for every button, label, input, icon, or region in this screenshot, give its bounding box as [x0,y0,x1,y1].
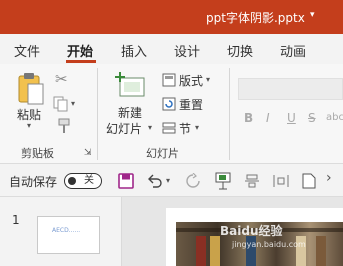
new-slide-label-line1: 新建 [118,106,143,120]
bold-button[interactable]: B [244,111,253,125]
paste-icon [18,73,44,105]
reset-label: 重置 [179,98,204,112]
quick-access-toolbar: 自动保存 关 ▾ › [0,165,343,197]
watermark-logo: Baidu经验 [220,224,283,238]
more-commands-icon[interactable]: › [326,170,332,186]
redo-icon[interactable] [185,173,201,189]
new-slide-label-line2: 幻灯片 [106,122,143,136]
cut-icon[interactable]: ✂ [55,70,68,88]
tab-insert[interactable]: 插入 [121,41,147,60]
title-dropdown-icon[interactable]: ▾ [310,10,315,20]
tab-animations[interactable]: 动画 [280,41,306,60]
new-slide-dropdown-icon[interactable]: ▾ [148,123,152,132]
new-slide-icon [115,72,145,97]
undo-icon[interactable] [146,173,164,189]
tab-home[interactable]: 开始 [67,41,93,60]
italic-button[interactable]: I [266,111,270,125]
format-painter-icon[interactable] [54,118,70,134]
title-bar: ppt字体阴影.pptx ▾ [0,0,343,34]
photo-book [210,236,220,266]
autosave-label: 自动保存 [9,175,58,189]
group-divider [229,68,230,160]
autosave-toggle[interactable]: 关 [64,173,102,189]
copy-icon[interactable] [53,96,71,112]
tab-transitions[interactable]: 切换 [227,41,253,60]
watermark-url: jingyan.baidu.com [232,240,306,249]
tab-design[interactable]: 设计 [174,41,200,60]
layout-dropdown-icon: ▾ [206,75,211,84]
reset-icon [162,97,176,111]
clipboard-launcher-icon[interactable]: ⇲ [84,148,92,158]
paste-dropdown-icon[interactable]: ▾ [27,121,31,130]
text-shadow-button[interactable]: abc [326,112,343,123]
copy-dropdown-icon[interactable]: ▾ [71,99,75,108]
tab-file[interactable]: 文件 [14,41,40,60]
paste-button[interactable]: 粘贴 ▾ [14,70,48,132]
ribbon-tabs: 文件 开始 插入 设计 切换 动画 [0,34,343,64]
layout-button[interactable]: 版式 ▾ [160,71,220,89]
font-name-box[interactable] [238,78,343,100]
clipboard-group-label: 剪贴板 [21,147,54,160]
undo-dropdown-icon[interactable]: ▾ [166,176,170,185]
save-icon[interactable] [118,173,134,189]
slide-thumbnail[interactable]: AECD...... [37,216,100,254]
active-tab-indicator [66,60,96,63]
section-icon [162,122,176,134]
layout-icon [162,73,176,87]
section-button[interactable]: 节 ▾ [160,119,210,137]
thumbnail-text: AECD...... [52,227,81,234]
group-divider [97,68,98,160]
align-icon[interactable] [244,173,260,189]
autosave-state: 关 [84,175,94,186]
reset-button[interactable]: 重置 [160,95,210,113]
layout-label: 版式 [179,74,204,88]
section-dropdown-icon: ▾ [195,123,200,132]
strikethrough-button[interactable]: S [308,111,316,125]
start-slideshow-icon[interactable] [215,172,231,190]
section-label: 节 [179,122,192,136]
photo-book [316,236,326,266]
slide-number: 1 [12,213,20,227]
new-slide-button[interactable]: 新建 幻灯片 ▾ [104,70,156,136]
document-title[interactable]: ppt字体阴影.pptx [206,9,305,26]
underline-button[interactable]: U [287,111,296,125]
photo-book [196,236,206,266]
document-icon[interactable] [302,173,316,189]
slides-group-label: 幻灯片 [146,147,179,160]
distribute-icon[interactable] [272,173,290,189]
toggle-knob [68,177,76,185]
